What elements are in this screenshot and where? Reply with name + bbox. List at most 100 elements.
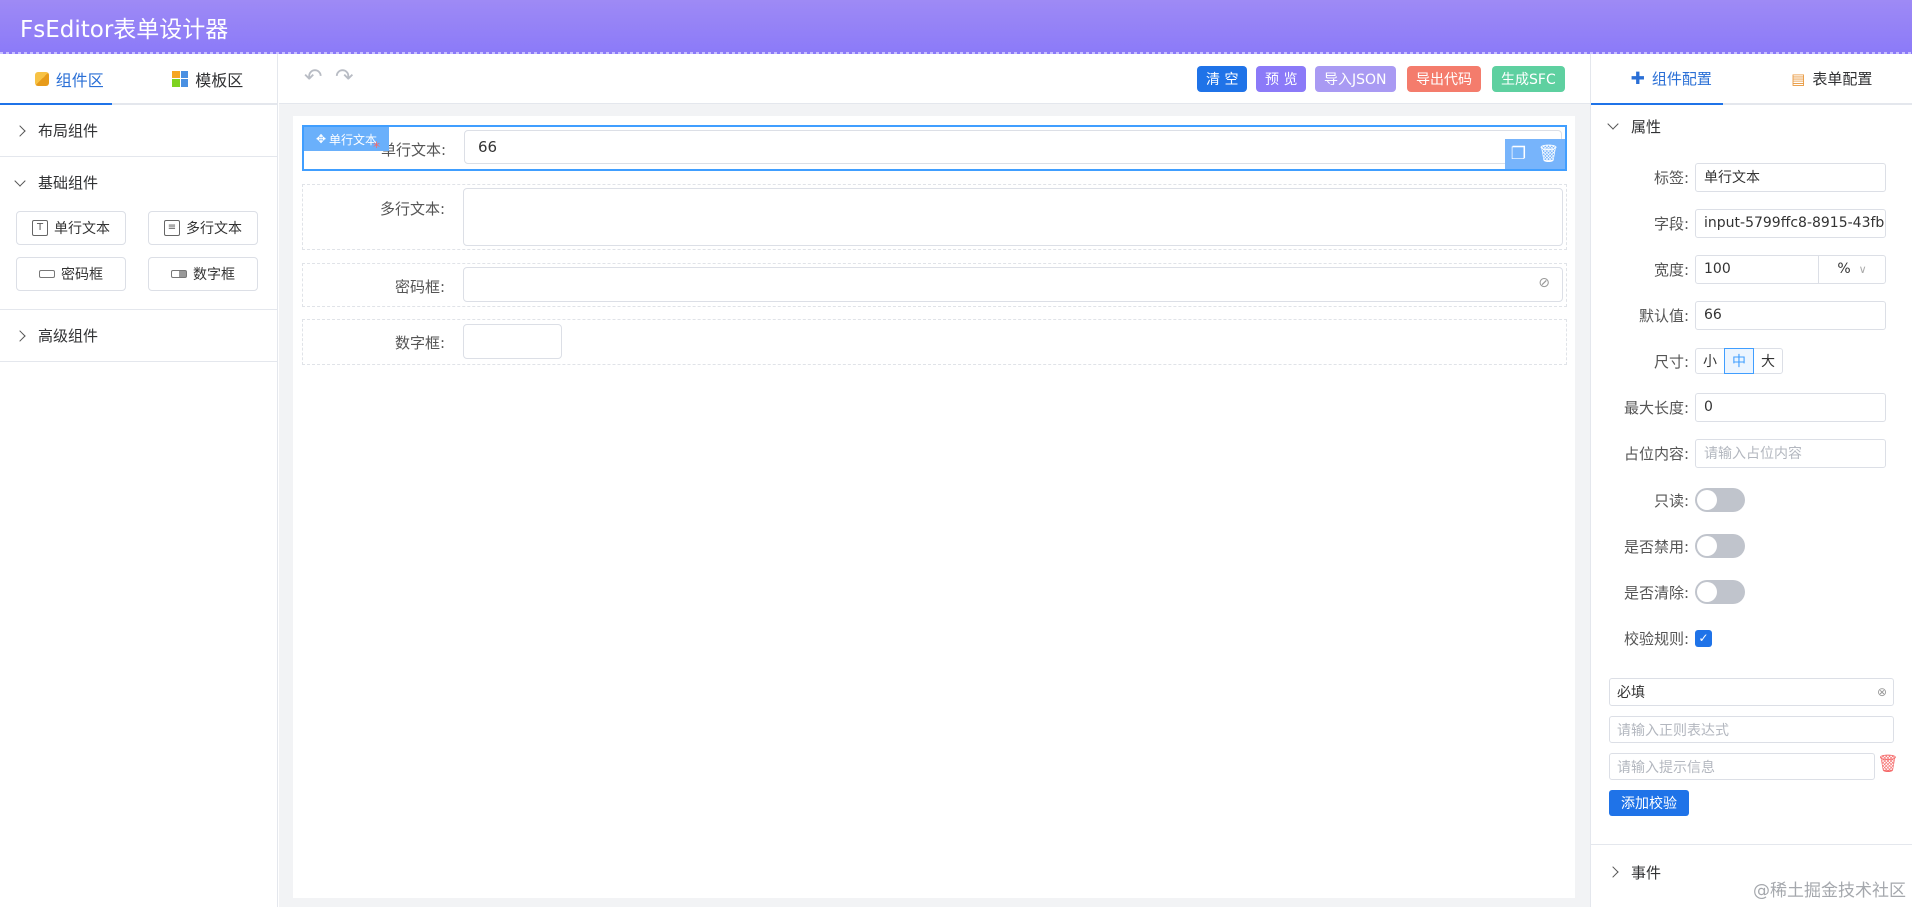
right-tabs: ✚ 组件配置 ▤ 表单配置: [1591, 54, 1912, 105]
prop-clearable-label: 是否清除:: [1623, 583, 1689, 602]
chevron-right-icon: [1607, 866, 1619, 878]
prop-readonly-row: 只读:: [1591, 485, 1912, 515]
tab-templates-label: 模板区: [195, 70, 244, 90]
disabled-switch[interactable]: [1695, 534, 1745, 558]
events-title: 事件: [1631, 863, 1662, 882]
prop-readonly-label: 只读:: [1653, 491, 1689, 510]
form-item-password[interactable]: 密码框: ⊘: [302, 263, 1567, 307]
size-radio-group: 小 中 大: [1695, 348, 1783, 374]
prop-disabled-label: 是否禁用:: [1623, 537, 1689, 556]
chevron-down-icon: ∨: [1858, 262, 1867, 276]
section-advanced-header[interactable]: 高级组件: [0, 310, 277, 361]
generate-sfc-button[interactable]: 生成SFC: [1492, 66, 1565, 92]
component-password[interactable]: 密码框: [16, 257, 126, 291]
export-code-button[interactable]: 导出代码: [1407, 66, 1481, 92]
maxlength-input[interactable]: 0: [1695, 392, 1886, 422]
eye-off-icon[interactable]: ⊘: [1538, 275, 1550, 291]
message-input[interactable]: 请输入提示信息: [1609, 753, 1875, 780]
prop-label-label: 标签:: [1653, 168, 1689, 187]
tab-component-config-label: 组件配置: [1651, 70, 1712, 88]
form-item-number[interactable]: 数字框:: [302, 319, 1567, 365]
prop-default-row: 默认值: 66: [1591, 300, 1912, 330]
chevron-down-icon: [1607, 118, 1619, 130]
section-advanced: 高级组件: [0, 310, 277, 362]
field-label: 密码框:: [394, 278, 445, 296]
tab-components[interactable]: 组件区: [0, 54, 139, 103]
clear-button[interactable]: 清 空: [1197, 66, 1248, 92]
default-value-input[interactable]: 66: [1695, 300, 1886, 330]
form-canvas[interactable]: ✥ 单行文本 * 单行文本: 66 ❐ 🗑 多行文本: 密码框: ⊘ 数字框:: [293, 116, 1575, 898]
prop-field-label: 字段:: [1653, 214, 1689, 233]
tab-form-config[interactable]: ▤ 表单配置: [1752, 54, 1912, 103]
divider: [1591, 844, 1912, 845]
size-small-button[interactable]: 小: [1695, 348, 1725, 374]
rule-type-select[interactable]: 必填 ⊗: [1609, 678, 1894, 706]
import-json-button[interactable]: 导入JSON: [1315, 66, 1396, 92]
component-single-text[interactable]: T 单行文本: [16, 211, 126, 245]
prop-placeholder-row: 占位内容: 请输入占位内容: [1591, 438, 1912, 468]
chevron-right-icon: [14, 329, 26, 342]
clear-circle-icon[interactable]: ⊗: [1877, 685, 1887, 699]
copy-icon[interactable]: ❐: [1511, 144, 1526, 164]
field-label: 多行文本:: [379, 200, 445, 218]
delete-icon[interactable]: 🗑: [1538, 144, 1560, 164]
placeholder-input[interactable]: 请输入占位内容: [1695, 438, 1886, 468]
size-large-button[interactable]: 大: [1753, 348, 1783, 374]
form-item-multi-text[interactable]: 多行文本:: [302, 184, 1567, 250]
chevron-right-icon: [14, 124, 26, 137]
delete-rule-icon[interactable]: 🗑: [1877, 754, 1899, 774]
component-multi-text[interactable]: ≡ 多行文本: [148, 211, 258, 245]
active-tab-indicator: [0, 103, 112, 105]
basic-component-list: T 单行文本 ≡ 多行文本 密码框 数字框: [0, 208, 277, 309]
chevron-down-icon: [14, 174, 26, 187]
prop-maxlength-row: 最大长度: 0: [1591, 392, 1912, 422]
prop-rules-label: 校验规则:: [1623, 629, 1689, 648]
prop-field-row: 字段: input-5799ffc8-8915-43fb: [1591, 208, 1912, 238]
config-panel: ✚ 组件配置 ▤ 表单配置 属性 标签: 单行文本 字段: input-5799…: [1590, 54, 1912, 907]
undo-icon[interactable]: ↶: [304, 65, 322, 90]
grid-icon: [172, 70, 189, 87]
tab-component-config[interactable]: ✚ 组件配置: [1591, 54, 1752, 103]
single-text-input[interactable]: 66: [464, 130, 1562, 164]
prop-label-row: 标签: 单行文本: [1591, 162, 1912, 192]
puzzle-icon: ✚: [1630, 68, 1645, 89]
redo-icon[interactable]: ↷: [335, 65, 353, 90]
required-mark: *: [373, 140, 380, 156]
multi-text-textarea[interactable]: [463, 188, 1563, 246]
tab-form-config-label: 表单配置: [1812, 70, 1873, 88]
attributes-section-header[interactable]: 属性: [1591, 111, 1661, 141]
add-rule-button[interactable]: 添加校验: [1609, 790, 1689, 816]
row-actions: ❐ 🗑: [1505, 139, 1565, 169]
width-unit-select[interactable]: % ∨: [1818, 254, 1886, 284]
active-tab-indicator: [1591, 103, 1723, 105]
component-panel: 组件区 模板区 布局组件 基础组件 T 单行文本 ≡ 多行文本 密码框 数字框 …: [0, 54, 278, 907]
size-medium-button[interactable]: 中: [1724, 348, 1754, 374]
watermark: @稀土掘金技术社区: [1753, 881, 1906, 901]
form-doc-icon: ▤: [1791, 69, 1806, 88]
events-section-header[interactable]: 事件: [1591, 857, 1661, 887]
component-number[interactable]: 数字框: [148, 257, 258, 291]
rules-checkbox[interactable]: ✓: [1695, 629, 1712, 647]
number-input[interactable]: [463, 324, 562, 359]
preview-button[interactable]: 预 览: [1256, 66, 1307, 92]
tab-templates[interactable]: 模板区: [139, 54, 278, 103]
tab-components-label: 组件区: [55, 70, 104, 90]
width-input[interactable]: 100: [1695, 254, 1819, 284]
readonly-switch[interactable]: [1695, 488, 1745, 512]
drag-tag-label: 单行文本: [329, 132, 378, 147]
clearable-switch[interactable]: [1695, 580, 1745, 604]
component-label: 数字框: [193, 267, 235, 283]
form-item-single-text[interactable]: ✥ 单行文本 * 单行文本: 66 ❐ 🗑: [302, 125, 1567, 171]
text-icon: T: [32, 220, 48, 236]
field-input[interactable]: input-5799ffc8-8915-43fb: [1695, 208, 1886, 238]
section-basic-header[interactable]: 基础组件: [0, 157, 277, 208]
section-advanced-title: 高级组件: [38, 327, 99, 345]
section-layout-title: 布局组件: [38, 122, 99, 140]
prop-maxlength-label: 最大长度:: [1623, 398, 1689, 417]
cube-icon: [34, 71, 49, 86]
label-input[interactable]: 单行文本: [1695, 162, 1886, 192]
password-input[interactable]: ⊘: [463, 267, 1563, 302]
regex-input[interactable]: 请输入正则表达式: [1609, 716, 1894, 743]
left-tabs: 组件区 模板区: [0, 54, 277, 105]
section-layout-header[interactable]: 布局组件: [0, 105, 277, 156]
